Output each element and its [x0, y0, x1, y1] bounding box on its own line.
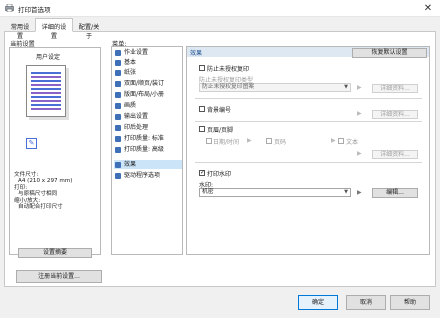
anti-copy-type-select[interactable]: 防止未授权复印图案 ▼	[199, 83, 351, 92]
menu-item-basic[interactable]: 基本	[114, 58, 182, 67]
menu-item-print-quality-standard[interactable]: 打印质量: 标准	[114, 134, 182, 143]
menu-item-paper[interactable]: 纸张	[114, 68, 182, 77]
tab-config-about[interactable]: 配置/关于	[73, 20, 105, 40]
job-settings-icon	[115, 49, 121, 56]
scale-value: 自动配合打印尺寸	[18, 204, 63, 210]
print-quality-advanced-icon	[115, 146, 121, 153]
anti-copy-checkbox[interactable]	[199, 65, 205, 71]
driver-options-icon	[115, 172, 121, 179]
menu-item-output-settings[interactable]: 输出设置	[114, 112, 182, 121]
menu-item-print-quality-advanced[interactable]: 打印质量: 高级	[114, 145, 182, 154]
watermark-select[interactable]: 机密 ▼	[199, 188, 351, 197]
edit-pencil-icon[interactable]: ✎	[26, 138, 37, 149]
effects-icon	[115, 161, 121, 168]
date-time-checkbox[interactable]	[206, 138, 212, 144]
divider	[195, 121, 422, 122]
menu-item-job-settings[interactable]: 作业设置	[114, 48, 182, 57]
menu-item-layout-booklet[interactable]: 版面/布局/小册	[114, 90, 182, 99]
layout-icon	[115, 91, 121, 98]
finishing-icon	[115, 124, 121, 131]
header-footer-details-button[interactable]: 详细资料...	[372, 150, 418, 159]
play-arrow-icon: ▶	[357, 189, 362, 196]
text-label: 文本	[346, 139, 359, 146]
restore-defaults-button[interactable]: 恢复默认设置	[352, 48, 427, 58]
play-arrow-icon: ▶	[357, 110, 362, 117]
background-number-details-button[interactable]: 详细资料...	[372, 110, 418, 119]
menu-item-driver-options[interactable]: 驱动程序选项	[114, 171, 182, 180]
chevron-down-icon: ▼	[344, 84, 348, 90]
page-number-checkbox[interactable]	[266, 138, 272, 144]
close-icon[interactable]: ✕	[420, 1, 436, 16]
quality-icon	[115, 102, 121, 109]
output-icon	[115, 113, 121, 120]
pane-title: 效果	[190, 50, 203, 57]
background-number-checkbox[interactable]	[199, 106, 205, 112]
divider	[195, 162, 422, 163]
menu-item-finishing[interactable]: 印后处理	[114, 123, 182, 132]
window-title: 打印首选项	[18, 6, 51, 14]
text-checkbox[interactable]	[338, 138, 344, 144]
watermark-edit-button[interactable]: 编辑...	[372, 188, 418, 198]
play-arrow-icon: ▶	[357, 150, 362, 157]
basic-icon	[115, 59, 121, 66]
help-button[interactable]: 帮助	[390, 295, 430, 310]
register-current-settings-button[interactable]: 注册当前设置...	[16, 270, 102, 283]
page-number-label: 页码	[274, 139, 287, 146]
date-time-label: 日期/时间	[213, 139, 240, 146]
tab-detailed-settings[interactable]: 详细的设置	[35, 18, 73, 40]
header-footer-label: 页眉/页脚	[207, 127, 234, 134]
file-size-value: A4 (210 x 297 mm)	[18, 178, 73, 184]
tab-common-settings[interactable]: 常用设置	[5, 20, 35, 40]
watermark-label: 打印水印	[207, 171, 232, 178]
header-footer-checkbox[interactable]	[199, 126, 205, 132]
menu-item-effects[interactable]: 效果	[114, 160, 182, 169]
duplex-icon	[115, 80, 121, 87]
background-number-label: 背景编号	[207, 107, 232, 114]
ok-button[interactable]: 确定	[298, 295, 338, 310]
divider	[195, 98, 422, 99]
play-arrow-icon: ▶	[331, 137, 336, 144]
cancel-button[interactable]: 取消	[346, 295, 386, 310]
printer-icon	[5, 4, 14, 12]
play-arrow-icon: ▶	[357, 84, 362, 91]
menu-item-duplex-staple[interactable]: 双面/顺页/装订	[114, 79, 182, 88]
anti-copy-label: 防止未授权复印	[207, 66, 250, 73]
page-preview	[26, 65, 66, 117]
chevron-down-icon: ▼	[344, 189, 348, 195]
print-size-value: 与原稿尺寸相同	[18, 191, 58, 197]
settings-summary-button[interactable]: 设置摘要	[18, 248, 92, 258]
play-arrow-icon: ▶	[247, 137, 252, 144]
menu-item-quality[interactable]: 画质	[114, 101, 182, 110]
watermark-checkbox[interactable]	[199, 169, 205, 176]
title-bar	[0, 0, 440, 17]
paper-icon	[115, 69, 121, 76]
print-quality-icon	[115, 135, 121, 142]
anti-copy-details-button[interactable]: 详细资料...	[372, 84, 418, 93]
user-setting-label: 用户设定	[36, 54, 61, 61]
